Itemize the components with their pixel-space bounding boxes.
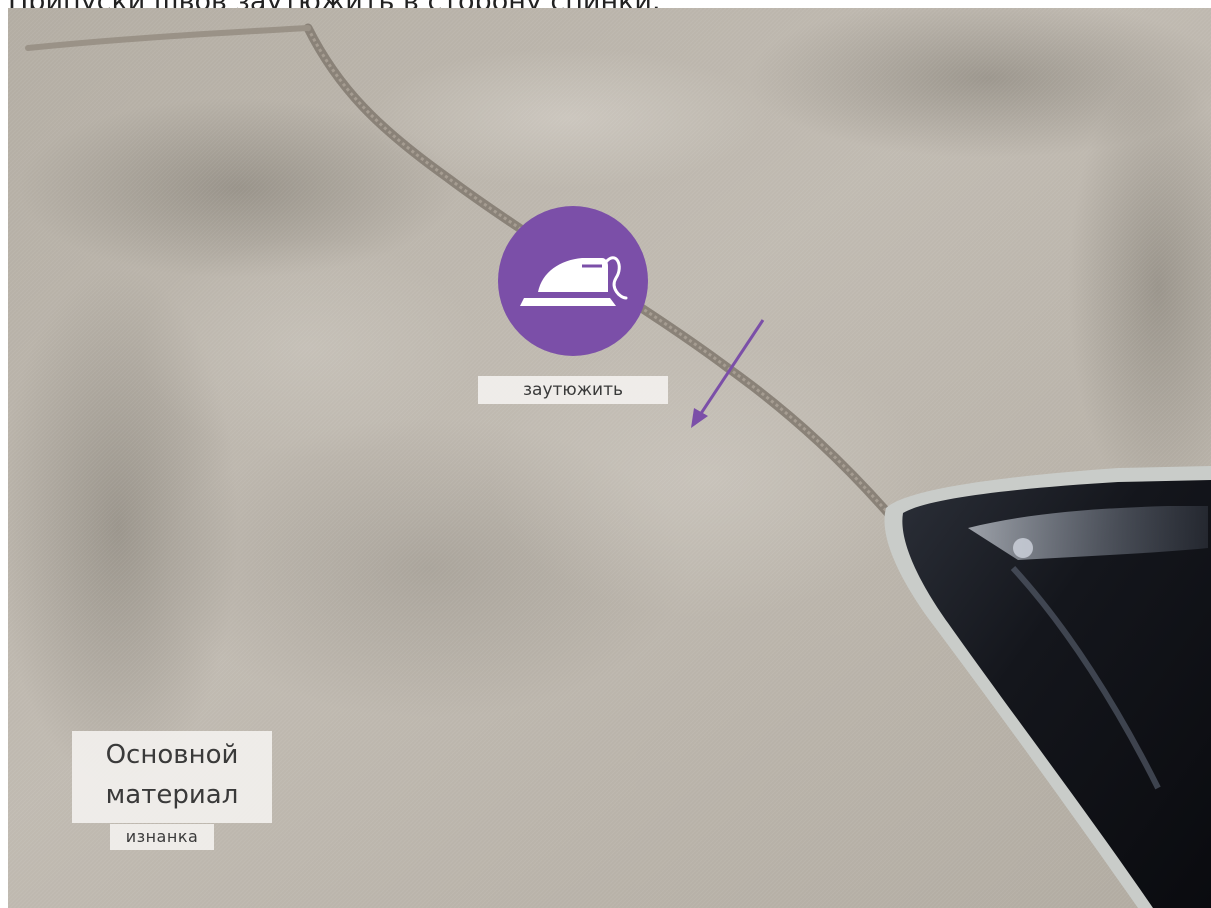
iron-icon [498,206,648,356]
action-label: заутюжить [478,376,668,404]
material-label: Основной материал [72,731,272,823]
material-label-line2: материал [105,780,239,810]
material-label-line1: Основной [105,740,239,770]
page: Припуски швов заутюжить в сторону спинки… [0,0,1211,908]
fabric-side-label: изнанка [110,824,214,850]
